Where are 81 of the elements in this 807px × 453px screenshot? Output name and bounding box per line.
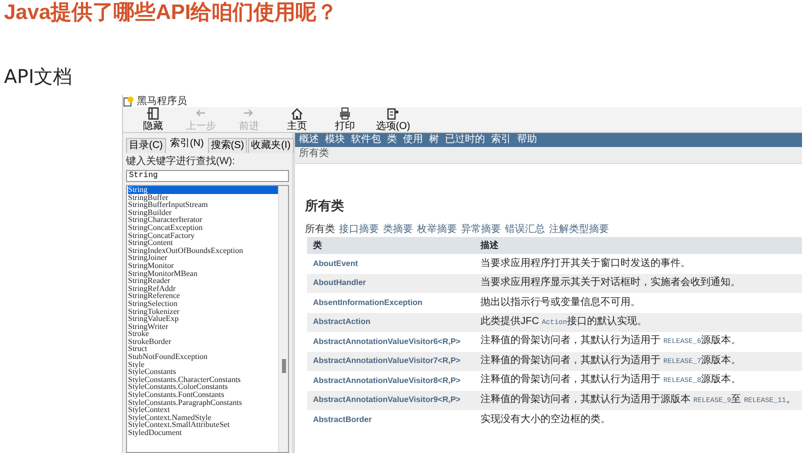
- description-text: 当要求应用程序显示其关于对话框时，实施者会收到通知。: [480, 277, 741, 288]
- list-item[interactable]: StyleContext.SmallAttributeSet: [128, 421, 278, 429]
- list-item[interactable]: StyleContext.NamedStyle: [128, 414, 278, 422]
- filter-link[interactable]: 错误汇总: [505, 224, 545, 236]
- slide-subtitle: API文档: [4, 66, 74, 88]
- class-link[interactable]: AbstractAction: [313, 317, 370, 326]
- nav-link[interactable]: 软件包: [351, 134, 381, 146]
- list-item[interactable]: StringBuilder: [128, 208, 278, 216]
- hide-pane-icon: [146, 107, 160, 121]
- nav-link[interactable]: 树: [429, 134, 439, 146]
- list-item[interactable]: StyleConstants.FontConstants: [128, 391, 278, 399]
- class-link[interactable]: AbstractAnnotationValueVisitor6<R,P>: [313, 336, 460, 346]
- tab[interactable]: 收藏夹(I): [248, 138, 294, 153]
- description-text: 抛出以指示行号或变量信息不可用。: [480, 296, 641, 308]
- toolbar-button[interactable]: 主页: [273, 107, 321, 132]
- list-item[interactable]: StyleConstants.ParagraphConstants: [128, 398, 278, 406]
- description-text: 当要求应用程序打开其关于窗口时发送的事件。: [480, 258, 691, 269]
- scrollbar-thumb[interactable]: [282, 359, 286, 373]
- list-item[interactable]: StyleConstants: [128, 368, 278, 376]
- search-label: 键入关键字进行查找(W):: [126, 156, 236, 168]
- nav-link[interactable]: 已过时的: [445, 134, 485, 146]
- list-item[interactable]: StringContent: [128, 239, 278, 247]
- nav-link[interactable]: 索引: [491, 134, 511, 146]
- list-item[interactable]: StringSelection: [128, 300, 278, 308]
- list-item[interactable]: StringReader: [128, 277, 278, 285]
- list-item[interactable]: String: [128, 186, 278, 194]
- list-item[interactable]: Struct: [128, 345, 278, 354]
- class-link[interactable]: AbstractBorder: [313, 414, 372, 424]
- list-item[interactable]: StyledDocument: [128, 429, 278, 437]
- column-header: 描述: [474, 237, 802, 254]
- home-icon: [290, 107, 304, 121]
- class-link[interactable]: AboutHandler: [313, 278, 366, 288]
- filter-link[interactable]: 所有类: [305, 224, 335, 236]
- nav-link[interactable]: 使用: [403, 134, 423, 146]
- class-link[interactable]: AboutEvent: [313, 258, 358, 268]
- column-header: 类: [307, 237, 475, 254]
- list-item[interactable]: StyleConstants.CharacterConstants: [128, 376, 278, 384]
- page-heading: 所有类: [305, 198, 345, 214]
- filter-link[interactable]: 类摘要: [383, 224, 413, 236]
- search-field[interactable]: String: [126, 170, 289, 182]
- list-item[interactable]: StringValueExp: [128, 315, 278, 323]
- breadcrumb-bar: 所有类: [295, 147, 802, 164]
- toolbar-button[interactable]: 选项(O): [369, 107, 417, 132]
- list-item[interactable]: StringConcatException: [128, 224, 278, 232]
- class-link[interactable]: AbstractAnnotationValueVisitor8<R,P>: [313, 376, 460, 385]
- slide-title: Java提供了哪些API给咱们使用呢？: [4, 0, 339, 26]
- nav-link[interactable]: 类: [387, 134, 397, 146]
- list-item[interactable]: StubNotFoundException: [128, 353, 278, 361]
- list-item[interactable]: StringTokenizer: [128, 308, 278, 316]
- filter-link[interactable]: 注解类型摘要: [549, 224, 609, 236]
- filter-link[interactable]: 异常摘要: [461, 224, 501, 236]
- list-item[interactable]: StringRefAddr: [128, 284, 278, 292]
- index-list[interactable]: [126, 185, 289, 453]
- nav-link[interactable]: 模块: [325, 134, 345, 146]
- tab[interactable]: 搜索(S): [208, 138, 248, 153]
- list-item[interactable]: StrokeBorder: [128, 338, 278, 346]
- filter-link[interactable]: 枚举摘要: [417, 224, 457, 236]
- nav-link[interactable]: 帮助: [517, 134, 537, 146]
- tab[interactable]: 目录(C): [126, 138, 166, 153]
- list-item[interactable]: Style: [128, 360, 278, 368]
- list-item[interactable]: StringBuffer: [128, 194, 278, 202]
- toolbar-button[interactable]: 隐藏: [129, 107, 177, 132]
- list-item[interactable]: Stroke: [128, 330, 278, 338]
- list-item[interactable]: StringMonitor: [128, 262, 278, 270]
- window-title: 黑马程序员: [137, 94, 187, 108]
- list-item[interactable]: StringCharacterIterator: [128, 216, 278, 224]
- filter-link[interactable]: 接口摘要: [339, 224, 379, 236]
- list-item[interactable]: StringReference: [128, 292, 278, 300]
- scrollbar[interactable]: [278, 186, 288, 452]
- list-item[interactable]: StringConcatFactory: [128, 232, 278, 240]
- list-item[interactable]: StringJoiner: [128, 254, 278, 262]
- list-item[interactable]: StyleConstants.ColorConstants: [128, 383, 278, 392]
- description-text: 实现没有大小的空边框的类。: [480, 414, 611, 425]
- list-item[interactable]: StyleContext: [128, 406, 278, 414]
- list-item[interactable]: StringWriter: [128, 322, 278, 330]
- toolbar-button[interactable]: 打印: [321, 107, 369, 132]
- list-item[interactable]: StringMonitorMBean: [128, 270, 278, 278]
- nav-link[interactable]: 概述: [299, 134, 319, 146]
- list-item[interactable]: StringBufferInputStream: [128, 201, 278, 209]
- class-link[interactable]: AbsentInformationException: [313, 298, 422, 307]
- list-item[interactable]: StringIndexOutOfBoundsException: [128, 246, 278, 254]
